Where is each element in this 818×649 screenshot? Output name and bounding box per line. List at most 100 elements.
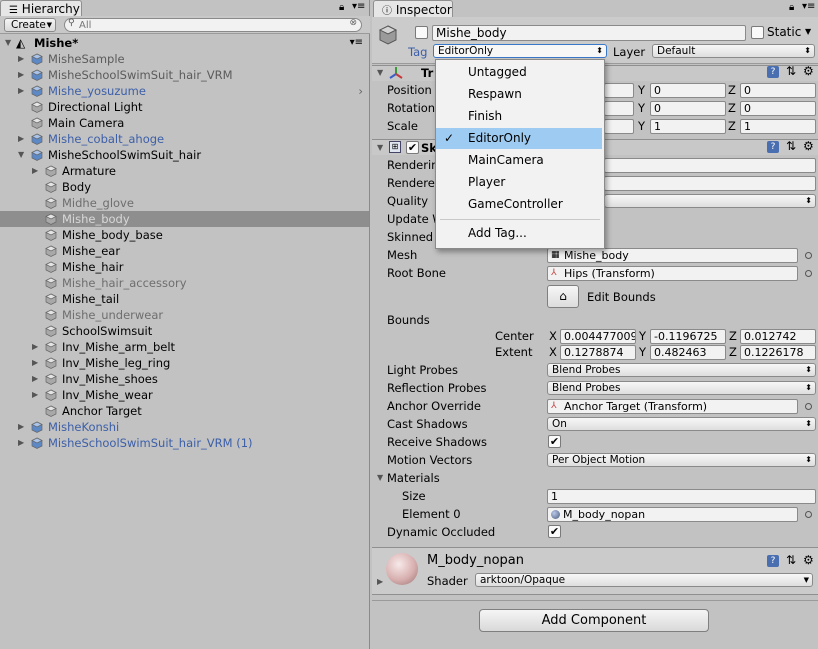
- motion-vectors-dropdown[interactable]: Per Object Motion ⬍: [547, 453, 816, 467]
- tree-item[interactable]: ▶ MisheSchoolSwimSuit_hair_VRM: [0, 67, 369, 83]
- tree-item[interactable]: Mishe_hair: [0, 259, 369, 275]
- transform-x-field[interactable]: [604, 83, 634, 98]
- tree-item[interactable]: ▶ Inv_Mishe_wear: [0, 387, 369, 403]
- fold-closed-icon[interactable]: ▶: [377, 577, 383, 586]
- tree-item[interactable]: Main Camera: [0, 115, 369, 131]
- fold-closed-icon[interactable]: ▶: [18, 131, 24, 147]
- bounds-x-field[interactable]: 0.1278874: [560, 345, 636, 360]
- object-picker-icon[interactable]: [805, 270, 812, 277]
- tag-menu-item[interactable]: Player: [436, 172, 602, 193]
- fold-closed-icon[interactable]: ▶: [18, 419, 24, 435]
- element0-field[interactable]: M_body_nopan: [547, 507, 798, 522]
- light-probes-dropdown[interactable]: Blend Probes ⬍: [547, 363, 816, 377]
- transform-z-field[interactable]: 0: [740, 101, 816, 116]
- tree-item[interactable]: ▶ Inv_Mishe_arm_belt: [0, 339, 369, 355]
- tree-item[interactable]: ▶ Armature: [0, 163, 369, 179]
- tree-item[interactable]: Mishe_ear: [0, 243, 369, 259]
- tree-item[interactable]: ▼ MisheSchoolSwimSuit_hair: [0, 147, 369, 163]
- preset-icon[interactable]: ⇅: [786, 139, 796, 153]
- tag-menu-item[interactable]: Finish: [436, 106, 602, 127]
- tree-item[interactable]: ▶ Inv_Mishe_shoes: [0, 371, 369, 387]
- search-input[interactable]: [79, 19, 339, 31]
- clear-search-icon[interactable]: ⊗: [349, 18, 357, 28]
- fold-closed-icon[interactable]: ▶: [18, 435, 24, 451]
- create-dropdown[interactable]: Create ▼: [4, 18, 56, 32]
- cast-shadows-dropdown[interactable]: On ⬍: [547, 417, 816, 431]
- transform-y-field[interactable]: 0: [650, 83, 726, 98]
- fold-closed-icon[interactable]: ▶: [18, 51, 24, 67]
- preset-icon[interactable]: ⇅: [786, 64, 796, 78]
- tag-menu-item[interactable]: Respawn: [436, 84, 602, 105]
- tree-item[interactable]: Midhe_glove: [0, 195, 369, 211]
- static-dropdown-icon[interactable]: ▼: [805, 27, 811, 36]
- lock-icon[interactable]: 🔒︎: [339, 2, 344, 13]
- fold-closed-icon[interactable]: ▶: [32, 163, 38, 179]
- fold-closed-icon[interactable]: ▶: [18, 67, 24, 83]
- fold-closed-icon[interactable]: ▶: [32, 355, 38, 371]
- renderer-enabled-checkbox[interactable]: ✔: [406, 141, 419, 154]
- fold-closed-icon[interactable]: ▶: [32, 387, 38, 403]
- tree-item[interactable]: Body: [0, 179, 369, 195]
- tree-item[interactable]: ▶ Inv_Mishe_leg_ring: [0, 355, 369, 371]
- tag-menu-item[interactable]: MainCamera: [436, 150, 602, 171]
- inspector-tab[interactable]: ⓘ Inspector: [373, 0, 453, 17]
- fold-open-icon[interactable]: ▼: [377, 140, 383, 156]
- hierarchy-tab[interactable]: ☰ Hierarchy: [0, 0, 82, 17]
- preset-icon[interactable]: ⇅: [786, 553, 796, 567]
- scene-row[interactable]: ▼ ◭ Mishe* ▾≡: [0, 35, 369, 51]
- bounds-z-field[interactable]: 0.1226178: [740, 345, 816, 360]
- chevron-right-icon[interactable]: ›: [358, 83, 363, 99]
- transform-x-field[interactable]: [604, 101, 634, 116]
- bounds-z-field[interactable]: 0.012742: [740, 329, 816, 344]
- bounds-x-field[interactable]: 0.0044770091: [560, 329, 636, 344]
- gear-icon[interactable]: ⚙: [803, 64, 814, 78]
- tree-item[interactable]: Anchor Target: [0, 403, 369, 419]
- tag-menu-item[interactable]: ✓ EditorOnly: [436, 128, 602, 149]
- root-bone-field[interactable]: ⅄ Hips (Transform): [547, 266, 798, 281]
- fold-closed-icon[interactable]: ▶: [18, 83, 24, 99]
- transform-x-field[interactable]: [604, 119, 634, 134]
- gear-icon[interactable]: ⚙: [803, 139, 814, 153]
- inspector-menu-icon[interactable]: ▾≡: [802, 1, 815, 12]
- inspector-lock-icon[interactable]: 🔒︎: [789, 2, 794, 13]
- help-icon[interactable]: ?: [767, 555, 779, 567]
- tree-item[interactable]: ▶ Mishe_cobalt_ahoge: [0, 131, 369, 147]
- fold-closed-icon[interactable]: ▶: [32, 371, 38, 387]
- layer-dropdown[interactable]: Default ⬍: [652, 44, 815, 58]
- fold-open-icon[interactable]: ▼: [18, 147, 24, 163]
- tag-dropdown[interactable]: EditorOnly ⬍: [433, 44, 607, 58]
- receive-shadows-checkbox[interactable]: ✔: [548, 435, 561, 448]
- tree-item[interactable]: Mishe_underwear: [0, 307, 369, 323]
- add-component-button[interactable]: Add Component: [479, 609, 709, 632]
- static-checkbox[interactable]: [751, 26, 764, 39]
- help-icon[interactable]: ?: [767, 66, 779, 78]
- fold-closed-icon[interactable]: ▶: [32, 339, 38, 355]
- fold-open-icon[interactable]: ▼: [377, 65, 383, 81]
- dynamic-occluded-checkbox[interactable]: ✔: [548, 525, 561, 538]
- rendering-layer-field[interactable]: [604, 158, 816, 173]
- shader-dropdown[interactable]: arktoon/Opaque ▼: [475, 573, 813, 587]
- edit-bounds-button[interactable]: ⌂: [547, 285, 579, 308]
- fold-open-icon[interactable]: ▼: [377, 470, 383, 486]
- tree-item[interactable]: SchoolSwimsuit: [0, 323, 369, 339]
- object-picker-icon[interactable]: [805, 252, 812, 259]
- size-field[interactable]: 1: [547, 489, 816, 504]
- gear-icon[interactable]: ⚙: [803, 553, 814, 567]
- tree-item[interactable]: ▶ MisheSchoolSwimSuit_hair_VRM (1): [0, 435, 369, 451]
- object-name-field[interactable]: Mishe_body: [432, 25, 746, 41]
- transform-y-field[interactable]: 1: [650, 119, 726, 134]
- renderer-priority-field[interactable]: [604, 176, 816, 191]
- bounds-y-field[interactable]: -0.1196725: [650, 329, 726, 344]
- add-tag-menu-item[interactable]: Add Tag...: [436, 223, 602, 244]
- transform-z-field[interactable]: 0: [740, 83, 816, 98]
- tree-item[interactable]: Mishe_tail: [0, 291, 369, 307]
- scene-menu-icon[interactable]: ▾≡: [350, 35, 363, 51]
- active-checkbox[interactable]: [415, 26, 428, 39]
- object-picker-icon[interactable]: [805, 511, 812, 518]
- panel-menu-icon[interactable]: ▾≡: [352, 1, 365, 12]
- tree-item[interactable]: Directional Light: [0, 99, 369, 115]
- transform-z-field[interactable]: 1: [740, 119, 816, 134]
- search-field[interactable]: ⚲ ⊗: [64, 18, 362, 32]
- anchor-override-field[interactable]: ⅄ Anchor Target (Transform): [547, 399, 798, 414]
- transform-y-field[interactable]: 0: [650, 101, 726, 116]
